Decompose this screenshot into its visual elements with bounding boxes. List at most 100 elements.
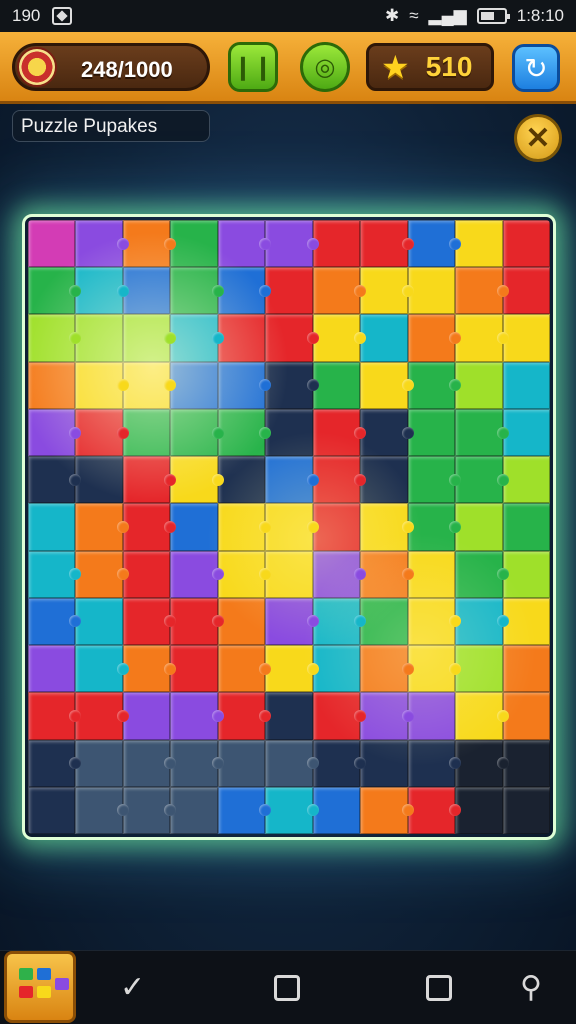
puzzle-piece[interactable] — [265, 739, 320, 787]
puzzle-piece[interactable] — [28, 597, 82, 646]
puzzle-piece[interactable] — [265, 597, 320, 646]
puzzle-piece[interactable] — [122, 645, 177, 693]
puzzle-piece[interactable] — [265, 361, 320, 409]
puzzle-piece[interactable] — [312, 408, 367, 457]
refresh-button[interactable]: ↻ — [512, 44, 560, 92]
puzzle-piece[interactable] — [217, 692, 272, 740]
puzzle-piece[interactable] — [455, 786, 503, 834]
puzzle-piece[interactable] — [455, 267, 510, 315]
puzzle-piece[interactable] — [455, 220, 503, 268]
puzzle-piece[interactable] — [407, 267, 456, 315]
puzzle-piece[interactable] — [122, 739, 177, 787]
puzzle-piece[interactable] — [170, 408, 225, 457]
puzzle-piece[interactable] — [265, 220, 320, 268]
puzzle-piece[interactable] — [407, 692, 456, 740]
puzzle-piece[interactable] — [312, 267, 367, 315]
puzzle-piece[interactable] — [75, 739, 123, 787]
puzzle-piece[interactable] — [502, 503, 550, 551]
puzzle-piece[interactable] — [265, 550, 313, 598]
puzzle-piece[interactable] — [265, 503, 320, 551]
puzzle-piece[interactable] — [217, 314, 266, 362]
puzzle-piece[interactable] — [28, 550, 82, 598]
assistant-icon[interactable]: ⚲ — [520, 973, 542, 1003]
puzzle-piece[interactable] — [407, 456, 462, 504]
puzzle-piece[interactable] — [28, 267, 82, 315]
puzzle-piece[interactable] — [312, 550, 367, 598]
puzzle-piece[interactable] — [312, 597, 367, 646]
puzzle-piece[interactable] — [28, 408, 82, 457]
puzzle-piece[interactable] — [407, 597, 462, 646]
puzzle-piece[interactable] — [170, 692, 225, 740]
puzzle-piece[interactable] — [360, 408, 415, 457]
puzzle-piece[interactable] — [170, 361, 218, 409]
puzzle-piece[interactable] — [502, 408, 550, 457]
puzzle-piece[interactable] — [407, 786, 462, 834]
puzzle-piece[interactable] — [502, 220, 550, 268]
puzzle-piece[interactable] — [312, 456, 367, 504]
puzzle-piece[interactable] — [502, 267, 550, 315]
puzzle-piece[interactable] — [407, 503, 462, 551]
puzzle-piece[interactable] — [265, 408, 313, 457]
puzzle-piece[interactable] — [502, 645, 550, 693]
puzzle-piece[interactable] — [265, 267, 313, 315]
puzzle-piece[interactable] — [455, 692, 510, 740]
puzzle-piece[interactable] — [217, 408, 272, 457]
puzzle-piece[interactable] — [360, 550, 415, 598]
puzzle-piece[interactable] — [360, 314, 408, 362]
puzzle-piece[interactable] — [122, 361, 177, 409]
puzzle-piece[interactable] — [122, 220, 177, 268]
puzzle-piece[interactable] — [75, 692, 130, 740]
puzzle-piece[interactable] — [502, 456, 550, 504]
puzzle-piece[interactable] — [28, 645, 76, 693]
puzzle-piece[interactable] — [455, 739, 510, 787]
puzzle-piece[interactable] — [217, 456, 266, 504]
puzzle-piece[interactable] — [122, 786, 177, 834]
puzzle-piece[interactable] — [455, 597, 510, 646]
puzzle-piece[interactable] — [407, 220, 462, 268]
puzzle-piece[interactable] — [502, 692, 550, 740]
close-button[interactable]: ✕ — [514, 114, 562, 162]
puzzle-piece[interactable] — [217, 267, 272, 315]
puzzle-piece[interactable] — [122, 456, 177, 504]
puzzle-piece[interactable] — [360, 645, 415, 693]
puzzle-piece[interactable] — [75, 503, 130, 551]
puzzle-piece[interactable] — [312, 503, 361, 551]
puzzle-piece[interactable] — [122, 550, 171, 598]
pieces-tray-button[interactable] — [4, 951, 76, 1023]
puzzle-piece[interactable] — [455, 645, 503, 693]
puzzle-piece[interactable] — [170, 645, 218, 693]
puzzle-piece[interactable] — [75, 456, 123, 504]
puzzle-piece[interactable] — [122, 408, 171, 457]
puzzle-piece[interactable] — [502, 361, 550, 409]
puzzle-piece[interactable] — [312, 692, 367, 740]
puzzle-piece[interactable] — [265, 786, 320, 834]
puzzle-piece[interactable] — [170, 267, 225, 315]
puzzle-piece[interactable] — [312, 786, 361, 834]
puzzle-piece[interactable] — [360, 456, 408, 504]
puzzle-piece[interactable] — [75, 267, 130, 315]
hint-button[interactable]: ◎ — [300, 42, 350, 92]
puzzle-piece[interactable] — [217, 503, 272, 551]
puzzle-piece[interactable] — [217, 645, 272, 693]
puzzle-piece[interactable] — [28, 503, 76, 551]
back-icon[interactable]: ✓ — [120, 973, 145, 1003]
puzzle-piece[interactable] — [360, 503, 415, 551]
puzzle-piece[interactable] — [170, 456, 225, 504]
puzzle-piece[interactable] — [28, 739, 82, 787]
puzzle-piece[interactable] — [28, 456, 82, 504]
puzzle-piece[interactable] — [217, 739, 266, 787]
puzzle-piece[interactable] — [502, 550, 550, 598]
puzzle-piece[interactable] — [122, 503, 177, 551]
puzzle-piece[interactable] — [170, 503, 218, 551]
puzzle-piece[interactable] — [360, 361, 415, 409]
puzzle-piece[interactable] — [312, 645, 361, 693]
puzzle-piece[interactable] — [455, 456, 510, 504]
puzzle-piece[interactable] — [75, 786, 130, 834]
puzzle-piece[interactable] — [75, 361, 130, 409]
puzzle-piece[interactable] — [360, 786, 415, 834]
puzzle-piece[interactable] — [28, 692, 82, 740]
puzzle-piece[interactable] — [455, 314, 510, 362]
puzzle-piece[interactable] — [75, 597, 123, 646]
puzzle-piece[interactable] — [75, 645, 130, 693]
puzzle-piece[interactable] — [502, 597, 550, 646]
